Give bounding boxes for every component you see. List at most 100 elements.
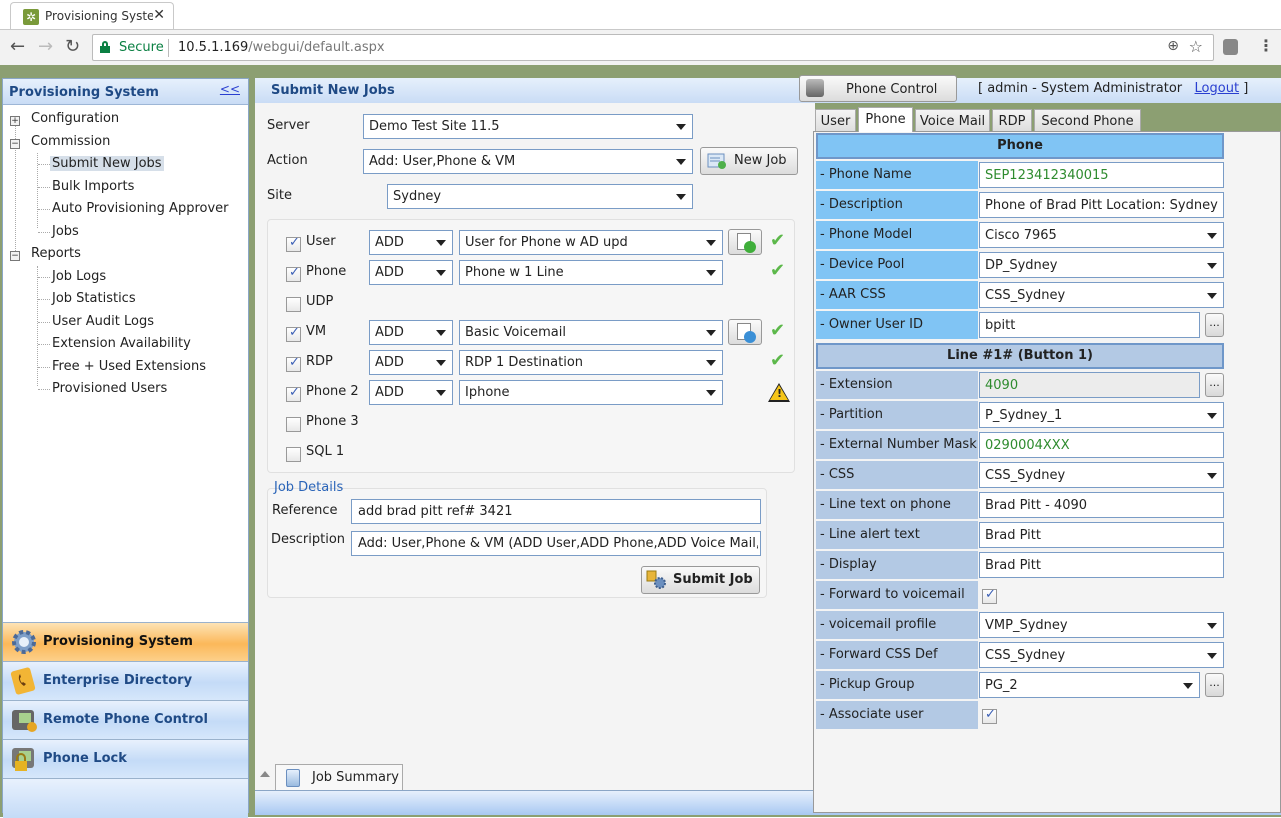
chevron-down-icon <box>706 360 716 366</box>
forward-to-voicemail-checkbox[interactable] <box>982 587 997 604</box>
tree-item-provisioned-users[interactable]: Provisioned Users <box>52 381 167 396</box>
vm-op-select[interactable]: ADD <box>369 320 453 345</box>
reference-input[interactable]: add brad pitt ref# 3421 <box>351 499 761 524</box>
extension-input[interactable]: 4090 <box>979 372 1200 398</box>
expand-up-icon[interactable] <box>260 771 270 777</box>
description-input[interactable]: Add: User,Phone & VM (ADD User,ADD Phone… <box>351 531 761 556</box>
vm-template-select[interactable]: Basic Voicemail <box>459 320 723 345</box>
tree-item-free-used-extensions[interactable]: Free + Used Extensions <box>52 359 206 374</box>
tree-node-reports[interactable]: Reports <box>31 246 81 261</box>
chevron-down-icon <box>706 390 716 396</box>
site-select[interactable]: Sydney <box>387 184 693 209</box>
user-template-select[interactable]: User for Phone w AD upd <box>459 230 723 255</box>
tab-user[interactable]: User <box>815 109 856 131</box>
phone-op-select[interactable]: ADD <box>369 260 453 285</box>
voicemail-profile-select[interactable]: VMP_Sydney <box>979 612 1224 638</box>
collapse-panel-link[interactable]: << <box>220 82 240 96</box>
forward-css-def-select[interactable]: CSS_Sydney <box>979 642 1224 668</box>
pickup-group-lookup-button[interactable]: ... <box>1205 673 1224 697</box>
status-ok-icon: ✔ <box>770 350 786 371</box>
bookmark-star-icon[interactable]: ☆ <box>1189 37 1203 56</box>
expand-plus-icon[interactable]: + <box>10 116 20 126</box>
owner-user-id-input[interactable]: bpitt <box>979 312 1200 338</box>
browser-menu-icon[interactable]: ⋮ <box>1258 36 1274 55</box>
partition-select[interactable]: P_Sydney_1 <box>979 402 1224 428</box>
module-remote-phone-control[interactable]: Remote Phone Control <box>3 700 248 739</box>
tree-item-job-statistics[interactable]: Job Statistics <box>52 291 136 306</box>
owner-lookup-button[interactable]: ... <box>1205 313 1224 337</box>
rdp-template-select[interactable]: RDP 1 Destination <box>459 350 723 375</box>
address-bar[interactable]: Secure 10.5.1.169/webgui/default.aspx ⊕ … <box>92 34 1214 61</box>
tab-job-summary[interactable]: Job Summary <box>275 764 403 790</box>
phone-template-select[interactable]: Phone w 1 Line <box>459 260 723 285</box>
user-checkbox[interactable] <box>286 235 301 252</box>
tab-second-phone[interactable]: Second Phone <box>1034 109 1141 131</box>
rdp-op-select[interactable]: ADD <box>369 350 453 375</box>
close-tab-icon[interactable]: ✕ <box>153 7 165 23</box>
description-input[interactable]: Phone of Brad Pitt Location: Sydney <box>979 192 1224 218</box>
phone2-template-select[interactable]: Iphone <box>459 380 723 405</box>
module-provisioning-system[interactable]: Provisioning System <box>3 622 248 661</box>
rdp-checkbox[interactable] <box>286 355 301 372</box>
tab-rdp[interactable]: RDP <box>992 109 1032 131</box>
phone-control-icon <box>806 79 824 97</box>
line-text-input[interactable]: Brad Pitt - 4090 <box>979 492 1224 518</box>
external-number-mask-input[interactable]: 0290004XXX <box>979 432 1224 458</box>
user-op-select[interactable]: ADD <box>369 230 453 255</box>
tree-item-jobs[interactable]: Jobs <box>52 224 79 239</box>
submit-job-button[interactable]: Submit Job <box>641 566 760 594</box>
module-enterprise-directory[interactable]: Enterprise Directory <box>3 661 248 700</box>
tab-phone[interactable]: Phone <box>858 107 913 132</box>
phone3-checkbox[interactable] <box>286 417 301 432</box>
phone-model-select[interactable]: Cisco 7965 <box>979 222 1224 248</box>
tree-item-submit-new-jobs[interactable]: Submit New Jobs <box>50 156 164 171</box>
chevron-down-icon <box>1207 413 1217 419</box>
css-select[interactable]: CSS_Sydney <box>979 462 1224 488</box>
new-job-button[interactable]: New Job <box>700 147 798 175</box>
tree-item-job-logs[interactable]: Job Logs <box>52 269 106 284</box>
tree-item-user-audit-logs[interactable]: User Audit Logs <box>52 314 154 329</box>
module-accordion: Provisioning System Enterprise Directory… <box>3 622 248 818</box>
action-select[interactable]: Add: User,Phone & VM <box>363 149 693 174</box>
module-phone-lock[interactable]: Phone Lock <box>3 739 248 778</box>
field-label: - AAR CSS <box>816 281 978 309</box>
secure-label: Secure <box>119 40 164 55</box>
line-alert-text-input[interactable]: Brad Pitt <box>979 522 1224 548</box>
phone2-checkbox[interactable] <box>286 385 301 402</box>
server-select[interactable]: Demo Test Site 11.5 <box>363 114 693 139</box>
pickup-group-select[interactable]: PG_2 <box>979 672 1200 698</box>
associate-user-checkbox[interactable] <box>982 707 997 724</box>
reload-icon[interactable]: ↻ <box>65 36 80 57</box>
chevron-down-icon <box>676 159 686 165</box>
sql1-checkbox[interactable] <box>286 447 301 462</box>
tree-item-auto-provisioning-approver[interactable]: Auto Provisioning Approver <box>52 201 229 216</box>
zoom-icon[interactable]: ⊕ <box>1167 38 1179 54</box>
action-label: Action <box>267 153 308 168</box>
phone-checkbox[interactable] <box>286 265 301 282</box>
user-preview-button[interactable] <box>728 229 762 255</box>
vm-preview-button[interactable] <box>728 319 762 345</box>
tree-item-extension-availability[interactable]: Extension Availability <box>52 336 191 351</box>
browser-tab[interactable]: ✲ Provisioning System + Pł ✕ <box>10 2 174 30</box>
udp-checkbox[interactable] <box>286 297 301 312</box>
field-label: - Device Pool <box>816 251 978 279</box>
device-pool-select[interactable]: DP_Sydney <box>979 252 1224 278</box>
phone-control-button[interactable]: Phone Control <box>799 75 957 102</box>
tab-voice-mail[interactable]: Voice Mail <box>915 109 990 131</box>
tree-node-configuration[interactable]: Configuration <box>31 111 119 126</box>
extension-icon[interactable] <box>1223 39 1238 55</box>
extension-lookup-button[interactable]: ... <box>1205 373 1224 397</box>
phone-name-input[interactable]: SEP123412340015 <box>979 162 1224 188</box>
phone2-op-select[interactable]: ADD <box>369 380 453 405</box>
collapse-minus-icon[interactable]: − <box>10 139 20 149</box>
logout-link[interactable]: Logout <box>1195 81 1240 96</box>
aar-css-select[interactable]: CSS_Sydney <box>979 282 1224 308</box>
forward-icon[interactable]: → <box>38 36 53 57</box>
field-label: - Phone Name <box>816 161 978 189</box>
tree-item-bulk-imports[interactable]: Bulk Imports <box>52 179 134 194</box>
collapse-minus-icon[interactable]: − <box>10 251 20 261</box>
tree-node-commission[interactable]: Commission <box>31 134 110 149</box>
display-input[interactable]: Brad Pitt <box>979 552 1224 578</box>
back-icon[interactable]: ← <box>10 36 25 57</box>
vm-checkbox[interactable] <box>286 325 301 342</box>
